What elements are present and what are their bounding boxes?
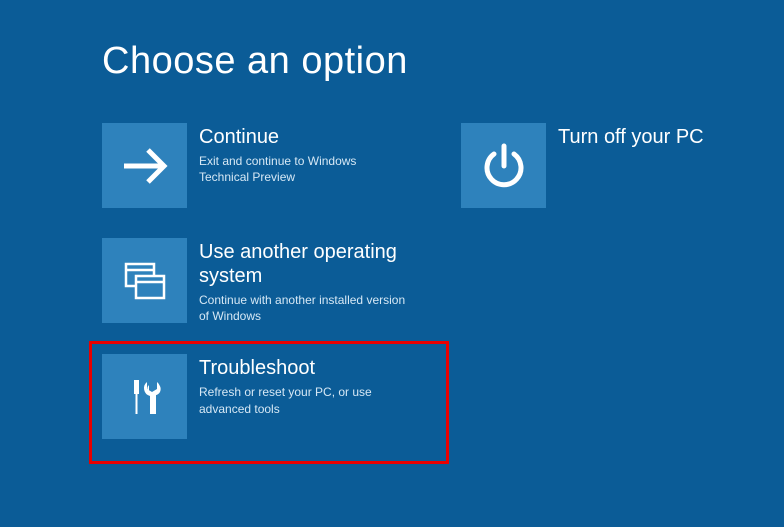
option-title: Use another operating system bbox=[199, 240, 412, 288]
option-continue[interactable]: Continue Exit and continue to Windows Te… bbox=[102, 123, 412, 208]
option-troubleshoot[interactable]: Troubleshoot Refresh or reset your PC, o… bbox=[89, 341, 449, 464]
option-desc: Refresh or reset your PC, or use advance… bbox=[199, 384, 409, 416]
option-desc: Continue with another installed version … bbox=[199, 292, 409, 324]
power-icon bbox=[461, 123, 546, 208]
option-title: Turn off your PC bbox=[558, 125, 704, 149]
option-continue-text: Continue Exit and continue to Windows Te… bbox=[199, 123, 409, 185]
option-use-another-os-text: Use another operating system Continue wi… bbox=[199, 238, 412, 324]
page-title: Choose an option bbox=[102, 40, 784, 83]
option-title: Continue bbox=[199, 125, 409, 149]
arrow-right-icon bbox=[102, 123, 187, 208]
option-turn-off-text: Turn off your PC bbox=[558, 123, 704, 153]
windows-stack-icon bbox=[102, 238, 187, 323]
options-column-left: Continue Exit and continue to Windows Te… bbox=[102, 123, 436, 439]
option-use-another-os[interactable]: Use another operating system Continue wi… bbox=[102, 238, 412, 324]
option-troubleshoot-text: Troubleshoot Refresh or reset your PC, o… bbox=[199, 354, 409, 416]
options-column-right: Turn off your PC bbox=[461, 123, 771, 439]
option-desc: Exit and continue to Windows Technical P… bbox=[199, 153, 409, 185]
tools-icon bbox=[102, 354, 187, 439]
options-grid: Continue Exit and continue to Windows Te… bbox=[102, 123, 784, 439]
option-title: Troubleshoot bbox=[199, 356, 409, 380]
option-turn-off[interactable]: Turn off your PC bbox=[461, 123, 771, 208]
